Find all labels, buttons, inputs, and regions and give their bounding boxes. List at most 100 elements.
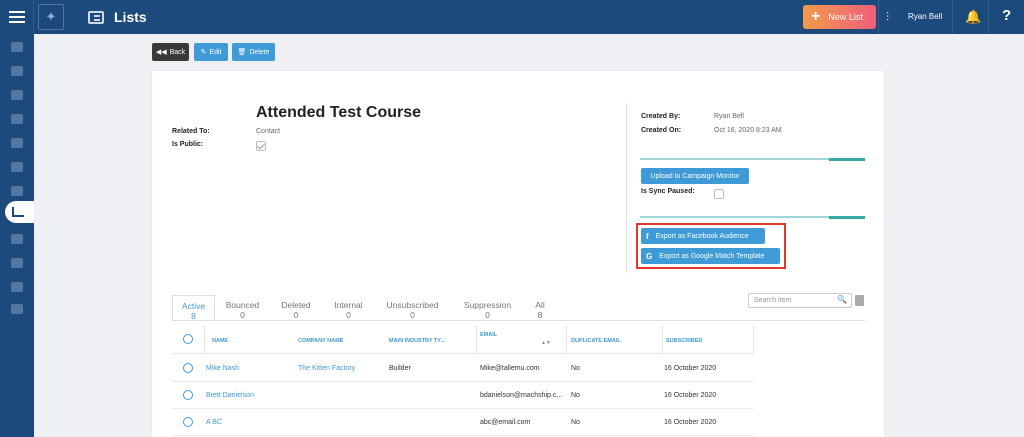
related-to-value: Contact xyxy=(256,128,281,135)
sidebar-item-contacts-icon[interactable] xyxy=(11,66,23,76)
new-list-label: New List xyxy=(828,12,863,22)
plus-icon: + xyxy=(811,8,821,25)
column-header-subscribed[interactable]: SUBSCRIBED xyxy=(666,338,702,344)
divider xyxy=(640,216,865,219)
list-icon xyxy=(88,10,104,24)
tab-count: 8 xyxy=(537,310,543,320)
sidebar-item-reports-icon[interactable] xyxy=(11,162,23,172)
created-on-label: Created On: xyxy=(641,127,682,134)
cell-name[interactable]: Mike Nash xyxy=(206,365,239,372)
table-header: NAME COMPANY NAME MAIN INDUSTRY TY... EM… xyxy=(172,326,754,354)
tab-count: 0 xyxy=(485,310,490,320)
cell-duplicate: No xyxy=(571,419,580,426)
help-icon[interactable]: ? xyxy=(1002,7,1011,24)
row-select-radio[interactable] xyxy=(183,417,193,427)
tab-label: Deleted xyxy=(281,300,311,310)
sidebar-item-companies-icon[interactable] xyxy=(11,186,23,196)
search-input[interactable]: Search item 🔍 xyxy=(748,293,852,308)
column-header-name[interactable]: NAME xyxy=(212,338,228,344)
divider xyxy=(640,158,865,161)
created-by-label: Created By: xyxy=(641,113,681,120)
tab-label: Internal xyxy=(334,300,363,310)
tab-suppression[interactable]: Suppression 0 xyxy=(450,295,525,320)
status-tabs: Active 8 Bounced 0 Deleted 0 Internal 0 Unsu… xyxy=(172,295,555,321)
cell-company[interactable]: The Kitten Factory xyxy=(298,365,355,372)
divider xyxy=(626,103,627,273)
column-header-duplicate-email[interactable]: DUPLICATE EMAIL xyxy=(571,338,621,344)
back-button[interactable]: ◀◀ Back xyxy=(152,43,189,61)
row-select-radio[interactable] xyxy=(183,390,193,400)
sidebar-item-courses-icon[interactable] xyxy=(11,258,23,268)
export-google-label: Export as Google Match Template xyxy=(659,252,765,260)
tab-count: 0 xyxy=(346,310,351,320)
sidebar-item-lists-icon[interactable] xyxy=(5,201,34,223)
new-list-button[interactable]: + New List xyxy=(803,5,876,29)
created-by-value: Ryan Bell xyxy=(714,113,744,120)
column-header-industry[interactable]: MAIN INDUSTRY TY... xyxy=(389,338,445,344)
related-to-label: Related To: xyxy=(172,128,210,135)
export-facebook-button[interactable]: f Export as Facebook Audience xyxy=(641,228,765,244)
tab-label: Bounced xyxy=(225,300,260,310)
sidebar-item-filter-icon[interactable] xyxy=(11,90,23,100)
export-facebook-label: Export as Facebook Audience xyxy=(655,232,749,240)
sidebar xyxy=(0,34,34,437)
select-all-radio[interactable] xyxy=(183,334,193,344)
is-public-checkbox[interactable] xyxy=(256,141,266,151)
facebook-icon: f xyxy=(646,231,649,241)
edit-button[interactable]: ✎ Edit xyxy=(194,43,228,61)
export-google-button[interactable]: G Export as Google Match Template xyxy=(641,248,780,264)
tab-count: 0 xyxy=(293,310,299,320)
sidebar-item-calendar-icon[interactable] xyxy=(11,114,23,124)
table-row[interactable]: Brett Danielson bdanielson@machship.c...… xyxy=(172,382,754,409)
tab-label: Suppression xyxy=(463,300,512,310)
sort-icon[interactable]: ▲▼ xyxy=(541,340,551,346)
table-row[interactable]: A BC abc@email.com No 16 October 2020 xyxy=(172,409,754,436)
search-icon[interactable]: 🔍 xyxy=(837,295,847,304)
tab-unsubscribed[interactable]: Unsubscribed 0 xyxy=(375,295,450,320)
user-name[interactable]: Ryan Bell xyxy=(908,12,942,21)
cell-name[interactable]: Brett Danielson xyxy=(206,392,254,399)
tab-label: All xyxy=(535,300,545,310)
logo-icon[interactable]: ✦ xyxy=(38,4,64,30)
tab-label: Active xyxy=(181,301,206,311)
search-placeholder: Search item xyxy=(754,297,792,304)
sync-paused-checkbox[interactable] xyxy=(714,189,724,199)
export-excel-icon[interactable] xyxy=(855,295,864,306)
tab-bounced[interactable]: Bounced 0 xyxy=(215,295,270,320)
table-row[interactable]: Mike Nash The Kitten Factory Builder Mik… xyxy=(172,355,754,382)
divider xyxy=(476,326,477,354)
delete-label: Delete xyxy=(249,48,270,56)
delete-button[interactable]: 🗑 Delete xyxy=(232,43,275,61)
is-public-label: Is Public: xyxy=(172,141,204,148)
cell-name[interactable]: A BC xyxy=(206,419,222,426)
sidebar-item-tasks-icon[interactable] xyxy=(11,234,23,244)
tab-deleted[interactable]: Deleted 0 xyxy=(270,295,322,320)
sidebar-item-documents-icon[interactable] xyxy=(11,282,23,292)
settings-sliders-icon[interactable]: ⫶ xyxy=(886,10,889,25)
menu-icon[interactable] xyxy=(0,0,34,34)
sync-paused-label: Is Sync Paused: xyxy=(641,188,695,195)
sidebar-item-billing-icon[interactable] xyxy=(11,138,23,148)
bell-icon[interactable]: 🔔 xyxy=(965,9,981,25)
tab-count: 0 xyxy=(410,310,415,320)
tab-internal[interactable]: Internal 0 xyxy=(322,295,375,320)
upload-campaign-monitor-button[interactable]: Upload to Campaign Monitor xyxy=(641,168,749,184)
trash-icon: 🗑 xyxy=(237,49,247,56)
sidebar-item-settings-icon[interactable] xyxy=(11,304,23,314)
divider xyxy=(988,0,989,34)
tab-count: 0 xyxy=(240,310,245,320)
column-header-company[interactable]: COMPANY NAME xyxy=(298,338,343,344)
cell-industry: Builder xyxy=(389,365,411,372)
cell-email: Mike@tallemu.com xyxy=(480,365,540,372)
tab-all[interactable]: All 8 xyxy=(525,295,555,320)
cell-subscribed: 16 October 2020 xyxy=(664,419,717,426)
sidebar-item-dashboard-icon[interactable] xyxy=(11,42,23,52)
created-on-value: Oct 16, 2020 8:23 AM xyxy=(714,127,782,134)
tab-active[interactable]: Active 8 xyxy=(172,295,215,321)
edit-icon: ✎ xyxy=(200,49,207,56)
column-header-email[interactable]: EMAIL xyxy=(480,332,497,338)
page-title: Lists xyxy=(114,9,147,25)
cell-duplicate: No xyxy=(571,392,580,399)
row-select-radio[interactable] xyxy=(183,363,193,373)
cell-subscribed: 16 October 2020 xyxy=(664,392,717,399)
